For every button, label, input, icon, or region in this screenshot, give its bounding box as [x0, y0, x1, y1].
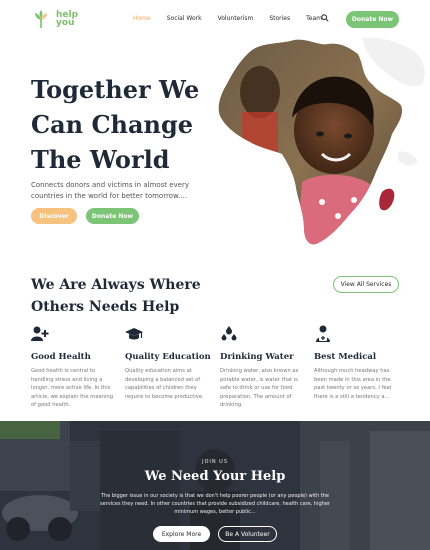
brand-name: help you — [56, 11, 78, 28]
nav-volunterism[interactable]: Volunterism — [218, 15, 254, 22]
feature-text: Good health is central to handling stres… — [31, 368, 114, 408]
feature-text: Drinking water, also known as potable wa… — [220, 368, 299, 408]
services-heading: We Are Always Where Others Needs Help — [31, 274, 211, 318]
hero-subtitle: Connects donors and victims in almost ev… — [31, 181, 190, 200]
banner-background-photo — [0, 421, 430, 550]
services-heading-line-1: We Are Always Where — [31, 277, 201, 293]
feature-title: Good Health — [31, 352, 91, 362]
join-us-banner — [0, 421, 430, 550]
services-heading-prefix: Others — [31, 299, 85, 315]
tree-logo-icon — [35, 10, 47, 28]
nav-home[interactable]: Home — [133, 15, 151, 22]
feature-text: Quality education aims at developing a b… — [125, 368, 204, 400]
africa-map-photo — [218, 37, 425, 245]
hero-title-text-1: Together We — [31, 75, 200, 104]
feature-title: Quality Education — [125, 352, 211, 362]
feature-good-health: Good Health Good health is central to ha… — [31, 325, 119, 410]
hero-donate-button[interactable]: Donate Now — [86, 208, 139, 224]
hero-title: Together We Can Change The World — [31, 72, 211, 177]
graduation-cap-icon — [125, 328, 143, 340]
water-drops-icon — [221, 326, 237, 341]
need-help-text: The bigger issue in our society is that … — [100, 493, 330, 515]
nav-team[interactable]: Team — [306, 15, 322, 22]
user-plus-icon — [31, 326, 49, 341]
join-us-eyebrow: JOIN US — [201, 459, 229, 465]
be-a-volunteer-button[interactable]: Be A Volunteer — [218, 526, 277, 542]
hero-title-line-1: Together We — [31, 72, 211, 107]
feature-title: Drinking Water — [220, 352, 294, 362]
nav-stories[interactable]: Stories — [269, 15, 290, 22]
nav-social-work[interactable]: Social Work — [167, 15, 202, 22]
feature-best-medical: Best Medical Although much headway has b… — [314, 325, 402, 401]
hero-title-line-3: The World — [31, 145, 170, 174]
feature-text: Although much headway has been made in t… — [314, 368, 392, 400]
search-icon[interactable] — [321, 14, 329, 22]
feature-drinking-water: Drinking Water Drinking water, also know… — [220, 325, 308, 410]
services-heading-line-2: Others Needs Help — [31, 296, 211, 318]
discover-button[interactable]: Discover — [31, 208, 77, 224]
main-nav: Home Social Work Volunterism Stories Tea… — [133, 15, 338, 22]
brand-logo[interactable]: help you — [30, 8, 78, 30]
hero-title-line-2: Can Change — [31, 110, 194, 139]
services-heading-highlight: Needs Help — [88, 299, 180, 315]
feature-title: Best Medical — [314, 352, 377, 362]
brand-line-2: you — [56, 18, 75, 28]
feature-quality-education: Quality Education Quality education aims… — [125, 325, 213, 401]
need-help-heading: We Need Your Help — [144, 469, 286, 484]
explore-more-button[interactable]: Explore More — [153, 526, 210, 542]
view-all-services-button[interactable]: View All Services — [333, 276, 399, 293]
medical-kit-icon — [316, 325, 330, 342]
donate-now-button[interactable]: Donate Now — [346, 11, 399, 28]
